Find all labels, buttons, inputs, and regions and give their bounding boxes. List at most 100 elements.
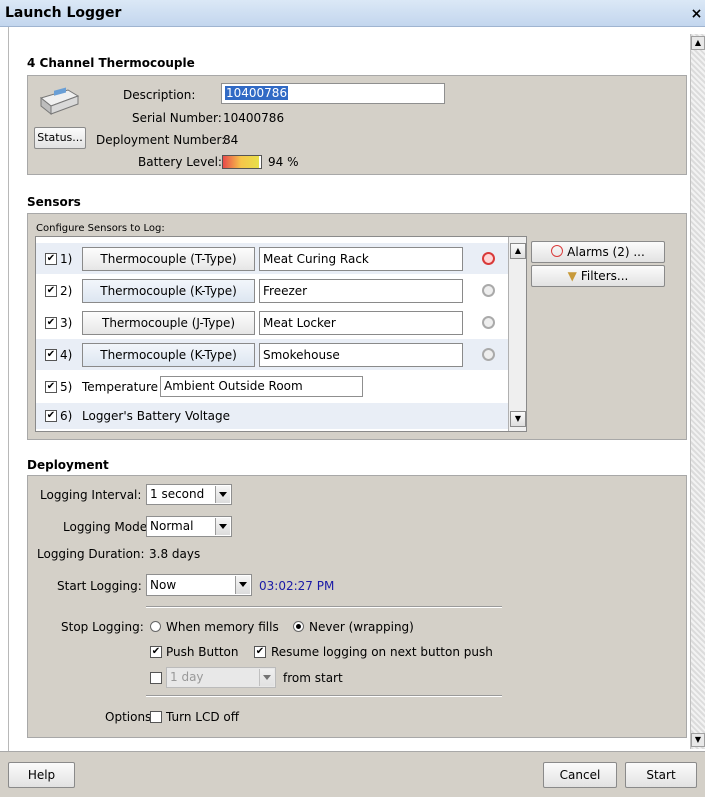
- cancel-button[interactable]: Cancel: [543, 762, 617, 788]
- deployment-number-label: Deployment Number:: [96, 133, 226, 147]
- sensors-heading: Sensors: [27, 195, 81, 209]
- sensor-6-label: Logger's Battery Voltage: [82, 409, 230, 423]
- start-logging-value: Now: [150, 578, 177, 592]
- scroll-down-icon[interactable]: ▼: [691, 733, 705, 747]
- push-button-label: Push Button: [166, 645, 239, 659]
- sensor-5-label: Temperature: [82, 380, 159, 394]
- device-heading: 4 Channel Thermocouple: [27, 56, 195, 70]
- sensor-3-alarm-clock-icon[interactable]: [482, 316, 495, 329]
- turn-lcd-off-checkbox[interactable]: [150, 711, 162, 723]
- sensor-1-alarm-clock-icon[interactable]: [482, 252, 495, 265]
- sensor-5-checkbox[interactable]: ✔: [45, 381, 57, 393]
- stop-duration-select[interactable]: 1 day: [166, 667, 276, 688]
- sensor-3-checkbox[interactable]: ✔: [45, 317, 57, 329]
- sensor-list-scrollbar[interactable]: ▲ ▼: [508, 237, 526, 431]
- start-logging-select[interactable]: Now: [146, 574, 252, 596]
- description-input[interactable]: 10400786: [221, 83, 445, 104]
- alarm-clock-icon: [551, 245, 564, 257]
- sensor-1-checkbox[interactable]: ✔: [45, 253, 57, 265]
- sensor-5-number: 5): [60, 380, 73, 394]
- battery-level-label: Battery Level:: [138, 155, 222, 169]
- resume-logging-label: Resume logging on next button push: [271, 645, 493, 659]
- filter-icon: ▼: [567, 269, 577, 283]
- sensor-4-checkbox[interactable]: ✔: [45, 349, 57, 361]
- serial-number-label: Serial Number:: [132, 111, 222, 125]
- filters-button-label: Filters...: [580, 269, 629, 283]
- sensor-6-checkbox[interactable]: ✔: [45, 410, 57, 422]
- stop-when-memory-fills-label: When memory fills: [166, 620, 279, 634]
- sensor-row-5: ✔ 5) Temperature Ambient Outside Room: [36, 371, 508, 402]
- sensor-row-4: ✔ 4) Thermocouple (K-Type) Smokehouse: [36, 339, 508, 370]
- sensor-1-name-input[interactable]: Meat Curing Rack: [259, 247, 463, 271]
- sensor-5-name-input[interactable]: Ambient Outside Room: [160, 376, 363, 397]
- description-label: Description:: [123, 88, 196, 102]
- sensor-list[interactable]: ✔ 1) Thermocouple (T-Type) Meat Curing R…: [35, 236, 527, 432]
- sensor-scroll-down-icon[interactable]: ▼: [510, 411, 526, 427]
- sensor-4-name-input[interactable]: Smokehouse: [259, 343, 463, 367]
- sensor-scroll-up-icon[interactable]: ▲: [510, 243, 526, 259]
- chevron-down-icon[interactable]: [215, 518, 230, 535]
- battery-level-value: 94 %: [268, 155, 299, 169]
- stop-logging-label: Stop Logging:: [61, 620, 144, 634]
- sensor-2-type-button[interactable]: Thermocouple (K-Type): [82, 279, 255, 303]
- sensor-1-number: 1): [60, 252, 73, 266]
- turn-lcd-off-label: Turn LCD off: [166, 710, 239, 724]
- scroll-up-icon[interactable]: ▲: [691, 36, 705, 50]
- help-button[interactable]: Help: [8, 762, 75, 788]
- deployment-heading: Deployment: [27, 458, 109, 472]
- logging-interval-label: Logging Interval:: [40, 488, 142, 502]
- sensor-row-3: ✔ 3) Thermocouple (J-Type) Meat Locker: [36, 307, 508, 338]
- description-selected-text: 10400786: [225, 86, 289, 100]
- sensor-2-name-input[interactable]: Freezer: [259, 279, 463, 303]
- logging-mode-select[interactable]: Normal: [146, 516, 232, 537]
- filters-button[interactable]: ▼ Filters...: [531, 265, 665, 287]
- configure-sensors-label: Configure Sensors to Log:: [36, 223, 165, 234]
- close-icon[interactable]: ×: [690, 7, 703, 21]
- sensor-row-1: ✔ 1) Thermocouple (T-Type) Meat Curing R…: [36, 243, 508, 274]
- sensor-2-checkbox[interactable]: ✔: [45, 285, 57, 297]
- serial-number-value: 10400786: [223, 111, 285, 125]
- logging-interval-select[interactable]: 1 second: [146, 484, 232, 505]
- alarms-button[interactable]: Alarms (2) ...: [531, 241, 665, 263]
- logging-duration-label: Logging Duration:: [37, 547, 145, 561]
- resume-logging-checkbox[interactable]: ✔: [254, 646, 266, 658]
- sensor-row-2: ✔ 2) Thermocouple (K-Type) Freezer: [36, 275, 508, 306]
- alarms-button-label: Alarms (2) ...: [567, 245, 645, 259]
- deployment-number-value: 84: [223, 133, 239, 147]
- sensor-3-name-input[interactable]: Meat Locker: [259, 311, 463, 335]
- options-label: Options:: [105, 710, 156, 724]
- dialog-scrollbar[interactable]: ▲ ▼: [690, 34, 705, 749]
- stop-after-duration-checkbox[interactable]: [150, 672, 162, 684]
- logging-duration-value: 3.8 days: [149, 547, 201, 561]
- sensor-2-number: 2): [60, 284, 73, 298]
- from-start-label: from start: [283, 671, 343, 685]
- sensor-row-6: ✔ 6) Logger's Battery Voltage: [36, 403, 508, 429]
- start-time-value: 03:02:27 PM: [259, 579, 335, 593]
- logging-mode-value: Normal: [150, 519, 194, 533]
- device-panel: Status... Description: 10400786 Serial N…: [27, 75, 687, 175]
- sensor-1-type-button[interactable]: Thermocouple (T-Type): [82, 247, 255, 271]
- sensor-4-number: 4): [60, 348, 73, 362]
- chevron-down-icon[interactable]: [215, 486, 230, 503]
- separator: [146, 606, 502, 608]
- push-button-checkbox[interactable]: ✔: [150, 646, 162, 658]
- sensor-3-type-button[interactable]: Thermocouple (J-Type): [82, 311, 255, 335]
- status-button[interactable]: Status...: [34, 127, 86, 149]
- chevron-down-icon[interactable]: [235, 576, 250, 594]
- sensor-2-alarm-clock-icon[interactable]: [482, 284, 495, 297]
- stop-never-wrapping-radio[interactable]: [293, 621, 304, 632]
- stop-duration-value: 1 day: [170, 670, 204, 684]
- sensor-3-number: 3): [60, 316, 73, 330]
- dialog-footer: Help Cancel Start: [0, 751, 705, 797]
- sensor-4-alarm-clock-icon[interactable]: [482, 348, 495, 361]
- start-button[interactable]: Start: [625, 762, 697, 788]
- logging-interval-value: 1 second: [150, 487, 205, 501]
- sensor-6-number: 6): [60, 409, 73, 423]
- stop-when-memory-fills-radio[interactable]: [150, 621, 161, 632]
- logger-device-icon: [38, 86, 80, 116]
- window-title: Launch Logger: [5, 5, 122, 21]
- sensor-4-type-button[interactable]: Thermocouple (K-Type): [82, 343, 255, 367]
- chevron-down-icon[interactable]: [259, 669, 274, 686]
- battery-gauge-icon: [222, 155, 262, 169]
- separator: [146, 695, 502, 697]
